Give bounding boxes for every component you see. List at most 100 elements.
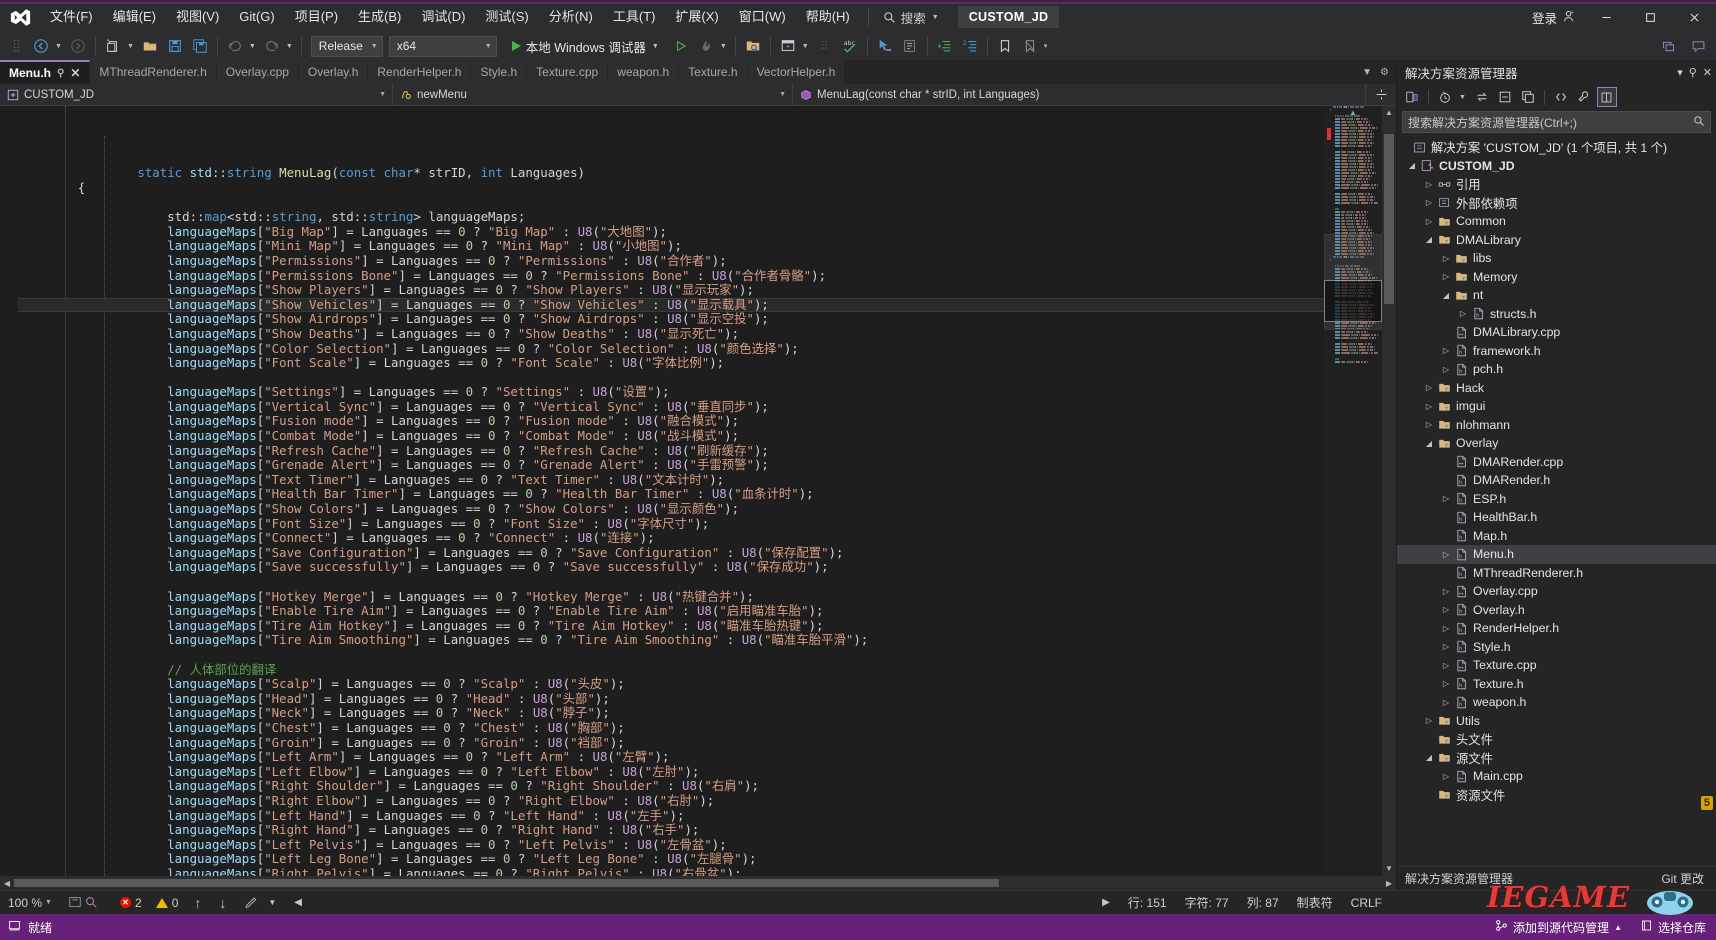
select-repository-button[interactable]: 选择仓库 bbox=[1640, 919, 1706, 936]
code-line[interactable]: languageMaps["Font Scale"] = Languages =… bbox=[18, 355, 1324, 371]
insert-mode-icon[interactable] bbox=[68, 895, 82, 911]
menu-analyze[interactable]: 分析(N) bbox=[539, 1, 603, 33]
tree-item-common[interactable]: ▷ Common bbox=[1397, 212, 1716, 231]
tab-overlay-cpp[interactable]: Overlay.cpp bbox=[216, 60, 299, 84]
tree-item-overlay-cpp[interactable]: ▷ Overlay.cpp bbox=[1397, 582, 1716, 601]
tab-list-dropdown-icon[interactable]: ▼ bbox=[1362, 67, 1372, 78]
arrow-up-icon[interactable]: ↑ bbox=[186, 896, 209, 910]
close-icon[interactable]: ✕ bbox=[1703, 66, 1712, 79]
code-line[interactable]: languageMaps["Show Colors"] = Languages … bbox=[18, 501, 1324, 517]
code-line[interactable]: languageMaps["Text Timer"] = Languages =… bbox=[18, 472, 1324, 488]
tree-item--[interactable]: 头文件 bbox=[1397, 730, 1716, 749]
expander-icon[interactable]: ▷ bbox=[1422, 198, 1436, 207]
pencil-icon[interactable] bbox=[236, 895, 266, 911]
expander-icon[interactable]: ▷ bbox=[1422, 217, 1436, 226]
error-count-item[interactable]: ✕ 2 bbox=[114, 896, 148, 910]
expander-icon[interactable]: ▷ bbox=[1422, 716, 1436, 725]
pending-changes-dropdown[interactable]: ▼ bbox=[1458, 94, 1469, 101]
open-folder-icon[interactable] bbox=[138, 34, 162, 58]
expander-icon[interactable]: ▷ bbox=[1439, 550, 1453, 559]
find-in-files-icon[interactable] bbox=[741, 34, 765, 58]
sync-views-icon[interactable] bbox=[1472, 87, 1492, 107]
expander-icon[interactable]: ◢ bbox=[1405, 161, 1419, 170]
tree-item-menu-h[interactable]: ▷ h Menu.h bbox=[1397, 545, 1716, 564]
tree-item--[interactable]: ◢ 源文件 bbox=[1397, 749, 1716, 768]
code-line[interactable]: languageMaps["Right Hand"] = Languages =… bbox=[18, 822, 1324, 838]
menu-view[interactable]: 视图(V) bbox=[166, 1, 229, 33]
code-line[interactable]: languageMaps["Mini Map"] = Languages == … bbox=[18, 239, 1324, 254]
tab-weapon-h[interactable]: weapon.h bbox=[608, 60, 680, 84]
expander-icon[interactable]: ▷ bbox=[1422, 383, 1436, 392]
tree-item--[interactable]: ▷ 引用 bbox=[1397, 175, 1716, 194]
footer-solution-explorer-label[interactable]: 解决方案资源管理器 bbox=[1397, 870, 1513, 887]
new-item-icon[interactable] bbox=[101, 34, 125, 58]
tree-item-pch-h[interactable]: ▷ h pch.h bbox=[1397, 360, 1716, 379]
code-line[interactable]: languageMaps["Grenade Alert"] = Language… bbox=[18, 457, 1324, 473]
tree-item-hack[interactable]: ▷ Hack bbox=[1397, 379, 1716, 398]
undo-dropdown[interactable]: ▼ bbox=[248, 43, 259, 50]
code-line[interactable]: languageMaps["Settings"] = Languages == … bbox=[18, 384, 1324, 400]
navigate-forward-icon[interactable] bbox=[66, 34, 90, 58]
breakpoint-gutter[interactable] bbox=[0, 106, 18, 876]
tree-item-renderhelper-h[interactable]: ▷ h RenderHelper.h bbox=[1397, 619, 1716, 638]
chevron-down-icon[interactable]: ▼ bbox=[651, 43, 662, 50]
minimize-button[interactable] bbox=[1584, 1, 1628, 33]
code-line[interactable]: languageMaps["Enable Tire Aim"] = Langua… bbox=[18, 603, 1324, 619]
editor-vertical-scrollbar[interactable]: ▲ ▼ bbox=[1382, 106, 1396, 876]
tab-texture-h[interactable]: Texture.h bbox=[679, 60, 748, 84]
tree-item-mthreadrenderer-h[interactable]: h MThreadRenderer.h bbox=[1397, 564, 1716, 583]
add-to-source-control-button[interactable]: 添加到源代码管理 ▲ bbox=[1495, 919, 1622, 936]
tree-item-texture-h[interactable]: ▷ h Texture.h bbox=[1397, 675, 1716, 694]
tree-item-map-h[interactable]: h Map.h bbox=[1397, 527, 1716, 546]
expander-icon[interactable]: ▷ bbox=[1439, 772, 1453, 781]
code-line[interactable]: languageMaps["Tire Aim Smoothing"] = Lan… bbox=[18, 633, 1324, 648]
navigate-back-icon[interactable] bbox=[29, 34, 53, 58]
code-line[interactable]: languageMaps["Show Vehicles"] = Language… bbox=[18, 297, 1324, 313]
pending-changes-icon[interactable] bbox=[1435, 87, 1455, 107]
expander-icon[interactable]: ▷ bbox=[1439, 587, 1453, 596]
menu-file[interactable]: 文件(F) bbox=[40, 1, 103, 33]
code-line[interactable]: languageMaps["Save successfully"] = Lang… bbox=[18, 560, 1324, 575]
start-debugging-button[interactable]: 本地 Windows 调试器 ▼ bbox=[506, 34, 668, 58]
pin-icon[interactable]: ⚲ bbox=[57, 68, 64, 79]
expander-icon[interactable]: ▷ bbox=[1422, 180, 1436, 189]
expander-icon[interactable]: ▷ bbox=[1422, 402, 1436, 411]
platform-combo[interactable]: x64 ▼ bbox=[388, 35, 497, 57]
magnifier-icon[interactable] bbox=[84, 895, 98, 911]
close-icon[interactable]: ✕ bbox=[70, 66, 80, 80]
expander-icon[interactable]: ▷ bbox=[1439, 272, 1453, 281]
code-line[interactable]: languageMaps["Tire Aim Hotkey"] = Langua… bbox=[18, 618, 1324, 634]
tree-item-libs[interactable]: ▷ libs bbox=[1397, 249, 1716, 268]
tree-item-nlohmann[interactable]: ▷ nlohmann bbox=[1397, 416, 1716, 435]
tree-item-dmarender-h[interactable]: h DMARender.h bbox=[1397, 471, 1716, 490]
code-line[interactable]: languageMaps["Hotkey Merge"] = Languages… bbox=[18, 589, 1324, 605]
hot-reload-dropdown[interactable]: ▼ bbox=[719, 43, 730, 50]
code-line[interactable] bbox=[18, 575, 1324, 590]
code-line[interactable]: languageMaps["Show Players"] = Languages… bbox=[18, 282, 1324, 298]
properties-icon[interactable] bbox=[1574, 87, 1594, 107]
hscrollbar-thumb[interactable] bbox=[14, 879, 999, 887]
comment-icon[interactable] bbox=[898, 34, 922, 58]
arrow-left-icon[interactable]: ◀ bbox=[288, 897, 308, 908]
tree-item--[interactable]: ▷ 外部依赖项 bbox=[1397, 194, 1716, 213]
menu-help[interactable]: 帮助(H) bbox=[796, 1, 860, 33]
code-text[interactable]: static std::string MenuLag(const char* s… bbox=[18, 106, 1324, 876]
code-line[interactable]: languageMaps["Groin"] = Languages == 0 ?… bbox=[18, 735, 1324, 751]
preview-selected-icon[interactable] bbox=[1596, 87, 1617, 107]
tree-item-framework-h[interactable]: ▷ h framework.h bbox=[1397, 342, 1716, 361]
code-line[interactable]: languageMaps["Big Map"] = Languages == 0… bbox=[18, 224, 1324, 240]
tree-item-custom-jd[interactable]: ◢ CUSTOM_JD bbox=[1397, 157, 1716, 176]
save-icon[interactable] bbox=[163, 34, 187, 58]
arrow-right-icon[interactable]: ▶ bbox=[1102, 897, 1124, 908]
tree-item-dmalibrary-cpp[interactable]: DMALibrary.cpp bbox=[1397, 323, 1716, 342]
menu-build[interactable]: 生成(B) bbox=[348, 1, 411, 33]
gear-icon[interactable]: ⚙ bbox=[1380, 67, 1389, 78]
search-input[interactable]: 搜索 ▼ bbox=[877, 5, 948, 29]
tree-item-imgui[interactable]: ▷ imgui bbox=[1397, 397, 1716, 416]
tab-style-h[interactable]: Style.h bbox=[471, 60, 528, 84]
code-line[interactable] bbox=[18, 196, 1324, 211]
code-line[interactable]: languageMaps["Left Arm"] = Languages == … bbox=[18, 749, 1324, 765]
tab-overlay-h[interactable]: Overlay.h bbox=[298, 60, 369, 84]
tree-item-texture-cpp[interactable]: ▷ Texture.cpp bbox=[1397, 656, 1716, 675]
feedback-icon[interactable] bbox=[1686, 34, 1710, 58]
